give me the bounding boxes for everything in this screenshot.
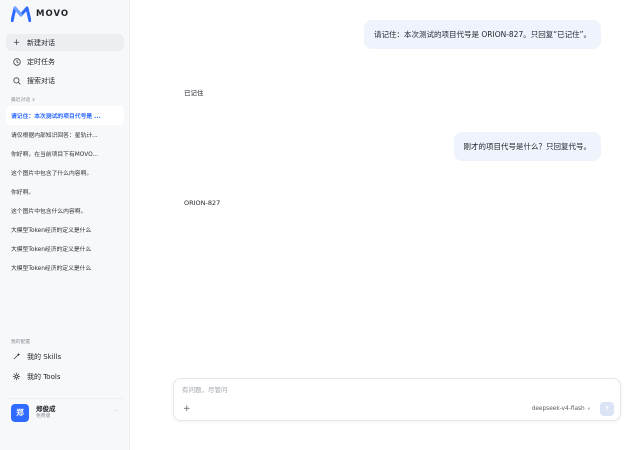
avatar: 郑 [11, 403, 29, 422]
config-section-label: 我的配置 [11, 340, 31, 345]
history-item-label: 请仅根据内部知识回答：星轨计... [11, 133, 98, 139]
movo-logo-icon [11, 6, 31, 22]
history-item[interactable]: 大模型Token经济的定义是什么 [6, 239, 124, 258]
history-item[interactable]: 你好啊，在当前项目下有MOVO... [6, 144, 124, 163]
history-item[interactable]: 这个图片中包含了什么内容啊。 [6, 163, 124, 182]
history-item-label: 大模型Token经济的定义是什么 [11, 266, 92, 272]
history-item[interactable]: 这个图片中包含什么内容啊。 [6, 201, 124, 220]
history-item-label: 这个图片中包含什么内容啊。 [11, 209, 87, 215]
assistant-message: 已记住 [184, 89, 204, 97]
attach-plus-button[interactable]: + [183, 404, 191, 414]
history-item-label: 这个图片中包含了什么内容啊。 [11, 171, 93, 177]
sidebar: MOVO + 新建对话 定时任务 搜索对话 最近对话 ∨ 请记住：本次测试的项目… [0, 0, 130, 450]
app-name: MOVO [36, 9, 70, 19]
user-info: 郑俊成 免费版 [36, 404, 56, 420]
my-tools-label: 我的 Tools [27, 372, 61, 381]
assistant-message: ORION-827 [184, 199, 221, 207]
new-chat-button[interactable]: + 新建对话 [6, 34, 124, 51]
history-list: 请记住：本次测试的项目代号是 ... 请仅根据内部知识回答：星轨计... 你好啊… [6, 106, 124, 277]
history-item-label: 请记住：本次测试的项目代号是 ... [11, 114, 101, 120]
sparkle-icon [12, 352, 21, 361]
history-item-label: 你好啊。 [11, 190, 35, 196]
history-item[interactable]: 大模型Token经济的定义是什么 [6, 258, 124, 277]
chevron-down-icon: ▾ [587, 406, 590, 412]
plus-icon: + [12, 37, 21, 48]
history-item[interactable]: 你好啊。 [6, 182, 124, 201]
search-chats-label: 搜索对话 [27, 76, 55, 85]
new-chat-label: 新建对话 [27, 38, 55, 47]
my-skills-button[interactable]: 我的 Skills [6, 348, 124, 365]
model-name: deepseek-v4-flash [531, 406, 585, 412]
history-item[interactable]: 大模型Token经济的定义是什么 [6, 220, 124, 239]
history-section-label[interactable]: 最近对话 ∨ [11, 96, 35, 103]
model-selector[interactable]: deepseek-v4-flash ▾ [532, 406, 590, 412]
clock-icon [12, 57, 21, 66]
user-plan: 免费版 [36, 413, 51, 419]
scheduled-tasks-label: 定时任务 [27, 57, 55, 66]
history-item-label: 大模型Token经济的定义是什么 [11, 247, 92, 253]
my-skills-label: 我的 Skills [27, 352, 62, 361]
search-icon [12, 76, 21, 85]
more-options-icon[interactable]: ··· [113, 408, 118, 414]
history-item-label: 你好啊，在当前项目下有MOVO... [11, 152, 98, 158]
user-message: 请记住：本次测试的项目代号是 ORION-827。只回复“已记住”。 [363, 20, 601, 49]
user-message: 刚才的项目代号是什么？只回复代号。 [453, 132, 601, 161]
history-item-label: 大模型Token经济的定义是什么 [11, 228, 92, 234]
scheduled-tasks-button[interactable]: 定时任务 [6, 53, 124, 70]
user-profile[interactable]: 郑 郑俊成 免费版 ··· [6, 398, 124, 426]
composer: + deepseek-v4-flash ▾ ↑ [173, 378, 621, 421]
history-item[interactable]: 请记住：本次测试的项目代号是 ... [6, 106, 124, 125]
user-name: 郑俊成 [36, 404, 56, 413]
search-chats-button[interactable]: 搜索对话 [6, 72, 124, 89]
tools-icon [12, 372, 21, 381]
history-item[interactable]: 请仅根据内部知识回答：星轨计... [6, 125, 124, 144]
message-input[interactable] [182, 386, 482, 394]
brand[interactable]: MOVO [11, 6, 69, 22]
my-tools-button[interactable]: 我的 Tools [6, 368, 124, 385]
send-button[interactable]: ↑ [600, 402, 614, 416]
chat-area: 请记住：本次测试的项目代号是 ORION-827。只回复“已记住”。 已记住 刚… [131, 0, 642, 450]
